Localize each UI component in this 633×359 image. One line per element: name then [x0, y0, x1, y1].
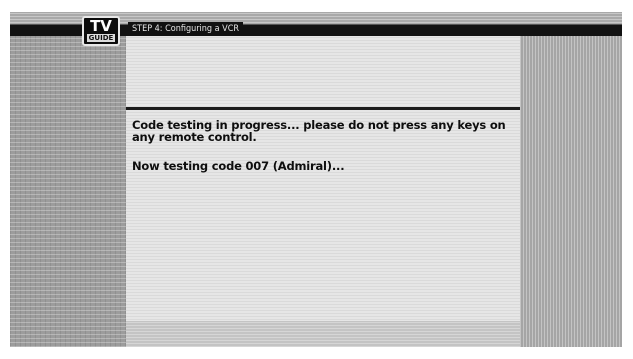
tv-screen: TV GUIDE STEP 4: Configuring a VCR Code … [10, 12, 622, 347]
tv-guide-logo: TV GUIDE [82, 16, 120, 46]
left-side-panel [10, 36, 126, 347]
content-divider [126, 107, 520, 110]
content-panel: Code testing in progress... please do no… [126, 36, 520, 347]
bottom-strip [126, 321, 520, 347]
logo-tv-text: TV [90, 17, 112, 35]
logo-guide-text: GUIDE [87, 34, 115, 42]
progress-message: Code testing in progress... please do no… [132, 118, 506, 144]
testing-status-message: Now testing code 007 (Admiral)... [132, 159, 345, 173]
step-title: STEP 4: Configuring a VCR [128, 22, 243, 36]
right-side-panel [520, 36, 622, 347]
